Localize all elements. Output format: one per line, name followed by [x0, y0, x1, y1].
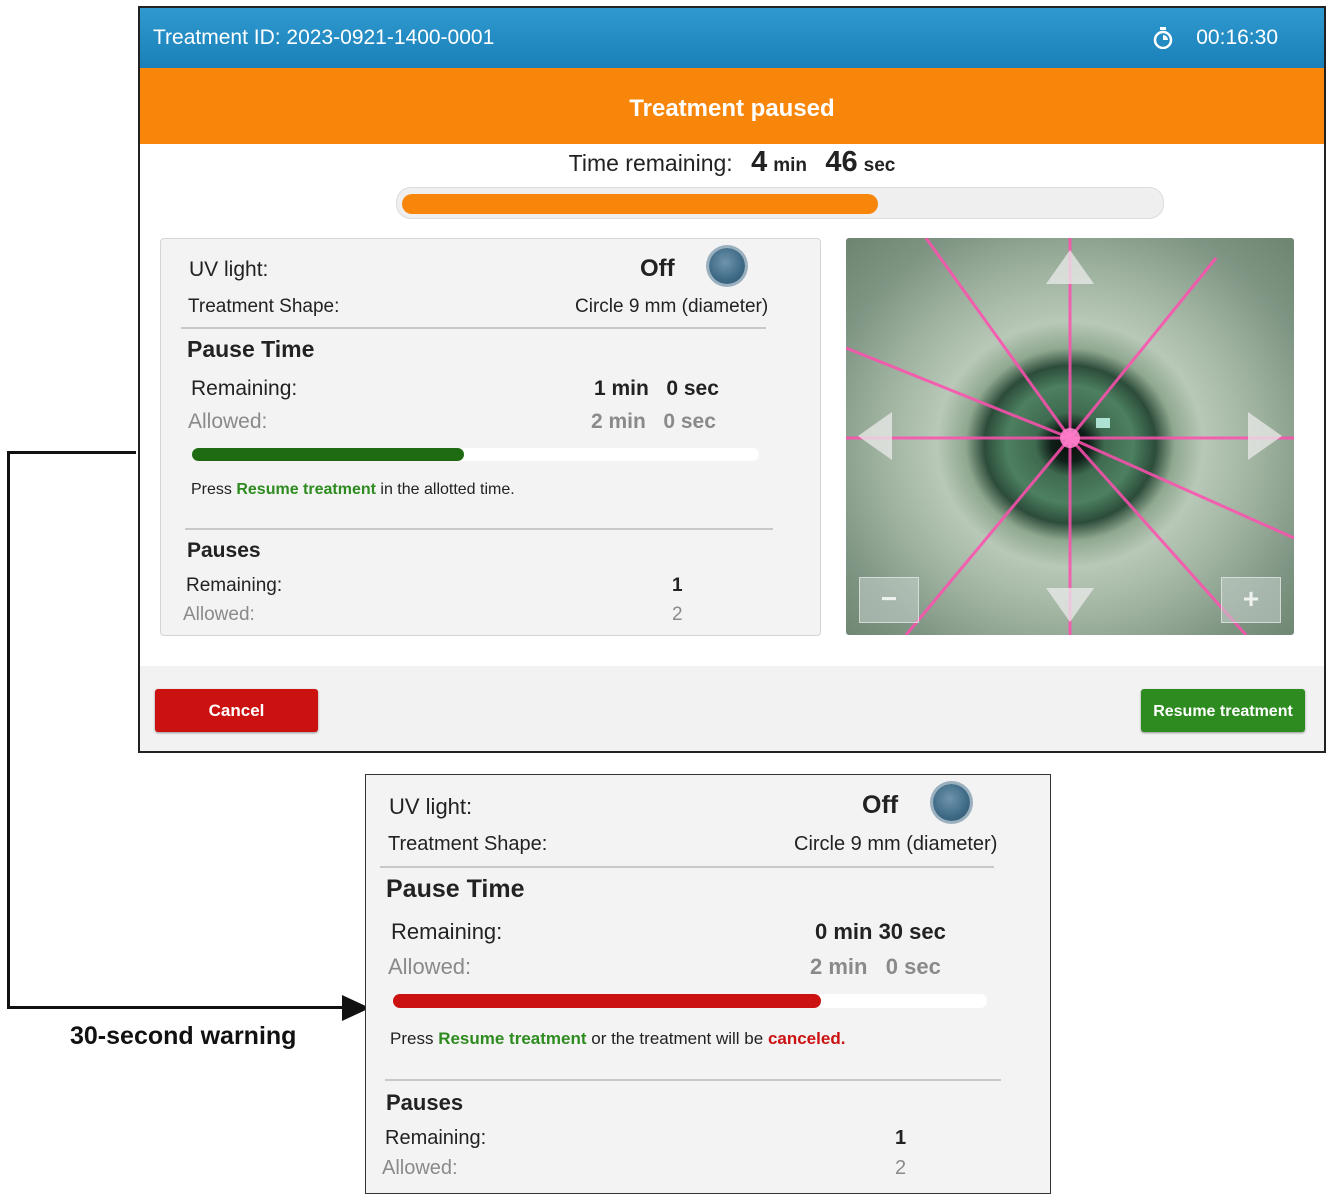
divider — [385, 1079, 1001, 1081]
pause-warning-message: Press Resume treatment or the treatment … — [390, 1029, 846, 1048]
pause-allowed-label: Allowed: — [388, 954, 472, 979]
divider — [380, 866, 994, 868]
callout-label: 30-second warning — [70, 1022, 297, 1050]
pause-allowed-value: 2 min 0 sec — [810, 954, 941, 979]
callout-line — [7, 451, 10, 1009]
elapsed-timer: 00:16:30 — [1196, 26, 1278, 49]
pause-time-bar-fill — [393, 994, 821, 1008]
divider — [181, 327, 766, 329]
pauses-allowed-label: Allowed: — [183, 604, 255, 625]
uv-light-label: UV light: — [389, 794, 473, 819]
pauses-remaining-label: Remaining: — [385, 1127, 487, 1149]
callout-line — [7, 451, 136, 454]
pause-time-title: Pause Time — [386, 875, 525, 903]
pause-allowed-value: 2 min 0 sec — [591, 410, 716, 433]
triangle-right-icon[interactable] — [1248, 412, 1282, 460]
treatment-shape-value: Circle 9 mm (diameter) — [575, 296, 769, 317]
treatment-id: Treatment ID: 2023-0921-1400-0001 — [153, 26, 495, 49]
treatment-shape-label: Treatment Shape: — [188, 296, 340, 317]
eye-camera-view[interactable]: − + — [846, 238, 1294, 635]
pauses-remaining-label: Remaining: — [186, 575, 283, 596]
pause-remaining-label: Remaining: — [191, 377, 298, 400]
zoom-in-button[interactable]: + — [1221, 577, 1281, 623]
triangle-down-icon[interactable] — [1046, 588, 1094, 622]
pause-allowed-label: Allowed: — [188, 410, 268, 433]
title-bar: Treatment ID: 2023-0921-1400-0001 00:16:… — [140, 8, 1324, 68]
stopwatch-icon — [1153, 27, 1173, 49]
callout-line — [7, 1006, 345, 1009]
pause-time-title: Pause Time — [187, 336, 315, 362]
pauses-allowed-value: 2 — [672, 604, 683, 625]
zoom-out-button[interactable]: − — [859, 577, 919, 623]
pause-remaining-value: 0 min 30 sec — [815, 919, 946, 944]
treatment-progress-fill — [402, 194, 878, 214]
status-panel: UV light: Off Treatment Shape: Circle 9 … — [160, 238, 821, 636]
seconds-unit: sec — [863, 155, 896, 176]
uv-light-value: Off — [862, 791, 899, 819]
pauses-title: Pauses — [187, 539, 261, 562]
uv-light-label: UV light: — [189, 258, 269, 281]
time-remaining: Time remaining: 4 min 46 sec — [140, 146, 1324, 190]
pause-remaining-value: 1 min 0 sec — [594, 377, 719, 400]
status-panel-warning: UV light: Off Treatment Shape: Circle 9 … — [365, 774, 1051, 1194]
pause-remaining-label: Remaining: — [391, 919, 503, 944]
cancel-button[interactable]: Cancel — [155, 689, 318, 732]
laser-alignment-overlay — [846, 238, 1294, 635]
time-remaining-seconds: 46 — [825, 146, 858, 178]
pause-time-bar-fill — [192, 448, 465, 461]
uv-indicator-icon — [933, 784, 970, 821]
pauses-remaining-value: 1 — [672, 575, 683, 596]
time-remaining-label: Time remaining: — [568, 150, 733, 176]
treatment-screen: Treatment ID: 2023-0921-1400-0001 00:16:… — [138, 6, 1326, 753]
divider — [185, 528, 773, 530]
pauses-title: Pauses — [386, 1090, 464, 1115]
pause-time-bar — [393, 994, 987, 1008]
pauses-allowed-value: 2 — [895, 1157, 907, 1179]
minutes-unit: min — [773, 155, 807, 176]
treatment-shape-value: Circle 9 mm (diameter) — [794, 833, 998, 855]
time-remaining-minutes: 4 — [751, 146, 768, 178]
treatment-progress-bar — [396, 187, 1164, 219]
pauses-remaining-value: 1 — [895, 1127, 907, 1149]
pauses-allowed-label: Allowed: — [382, 1157, 458, 1179]
treatment-shape-label: Treatment Shape: — [388, 833, 548, 855]
triangle-left-icon[interactable] — [858, 412, 892, 460]
status-banner: Treatment paused — [140, 68, 1324, 144]
triangle-up-icon[interactable] — [1046, 250, 1094, 284]
resume-treatment-button[interactable]: Resume treatment — [1141, 689, 1305, 732]
uv-light-value: Off — [640, 255, 675, 282]
pause-time-bar — [192, 448, 759, 461]
pause-instruction: Press Resume treatment in the allotted t… — [191, 481, 515, 498]
uv-indicator-icon — [709, 248, 745, 284]
